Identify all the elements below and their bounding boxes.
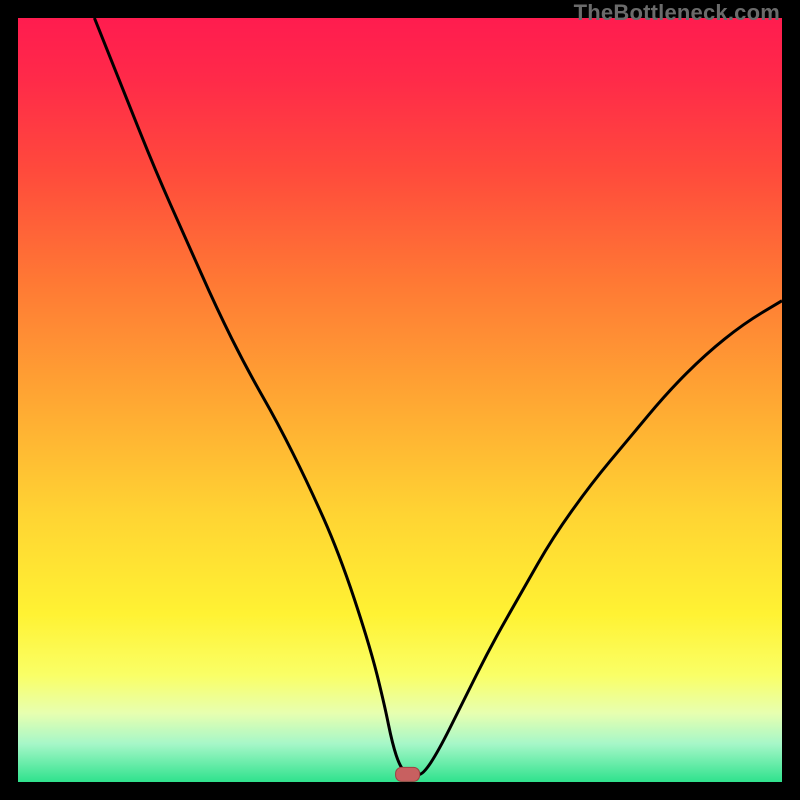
watermark-text: TheBottleneck.com	[574, 0, 780, 26]
optimal-point-marker	[396, 767, 420, 781]
chart-frame: TheBottleneck.com	[0, 0, 800, 800]
plot-area	[18, 18, 782, 782]
bottleneck-chart	[18, 18, 782, 782]
gradient-background	[18, 18, 782, 782]
